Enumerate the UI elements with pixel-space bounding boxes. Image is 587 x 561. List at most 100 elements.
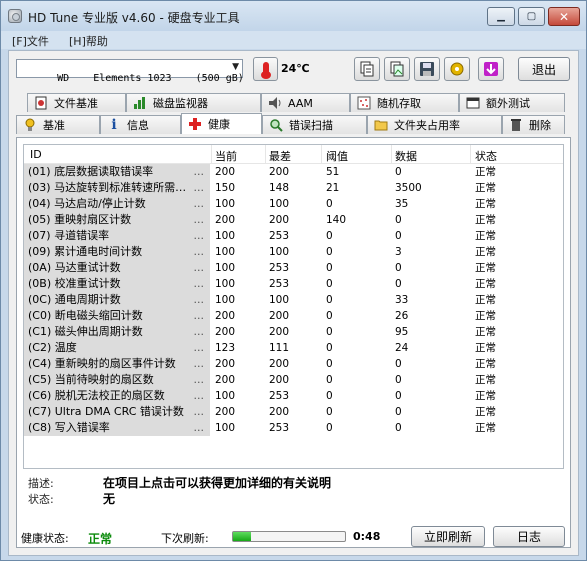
cell-data: 0 [395,406,402,418]
cell-current: 123 [215,342,236,354]
header-threshold[interactable]: 阈值 [326,148,348,164]
cell-id-text: (04) 马达启动/停止计数 [28,197,146,210]
cell-ellipsis: ... [193,277,205,290]
table-row[interactable]: (C0) 断电磁头缩回计数... 200 200 0 26 正常 [24,308,563,324]
table-row[interactable]: (0B) 校准重试计数... 100 253 0 0 正常 [24,276,563,292]
minimize-button[interactable]: ▁ [487,7,515,26]
cell-current: 100 [215,422,236,434]
close-button[interactable]: ✕ [548,7,580,26]
table-row[interactable]: (C8) 写入错误率... 100 253 0 0 正常 [24,420,563,436]
temperature-button[interactable] [253,57,278,81]
maximize-button[interactable]: ▢ [518,7,545,26]
cell-id-text: (05) 重映射扇区计数 [28,213,132,226]
cell-threshold: 0 [326,310,333,322]
header-id[interactable]: ID [30,148,42,161]
cell-ellipsis: ... [193,373,205,386]
cell-id: (07) 寻道错误率... [24,228,210,244]
cell-id: (C2) 温度... [24,340,210,356]
tab-file-benchmark[interactable]: 文件基准 [27,93,126,112]
cell-worst: 253 [269,262,290,274]
download-button[interactable] [478,57,504,81]
table-row[interactable]: (09) 累计通电时间计数... 100 100 0 3 正常 [24,244,563,260]
cell-id: (05) 重映射扇区计数... [24,212,210,228]
cell-id-text: (C5) 当前待映射的扇区数 [28,373,154,386]
cell-data: 0 [395,262,402,274]
table-row[interactable]: (01) 底层数据读取错误率... 200 200 51 0 正常 [24,164,563,180]
menu-file[interactable]: [F]文件 [12,33,49,49]
copy-screenshot-button[interactable] [384,57,410,81]
table-row[interactable]: (C6) 脱机无法校正的扇区数... 100 253 0 0 正常 [24,388,563,404]
cell-ellipsis: ... [193,421,205,434]
cell-current: 200 [215,310,236,322]
tab-aam[interactable]: AAM [261,93,350,112]
cell-threshold: 0 [326,358,333,370]
main-panel: WD Elements 1023 (500 gB) ▼ 24℃ 退出 文件基准 … [8,50,579,556]
cell-threshold: 0 [326,262,333,274]
health-status-label: 健康状态: [21,532,69,545]
tab-disk-monitor[interactable]: 磁盘监视器 [126,93,261,112]
tab-label: 文件基准 [54,97,98,110]
tab-health[interactable]: 健康 [181,113,262,134]
log-button[interactable]: 日志 [493,526,565,547]
save-button[interactable] [414,57,440,81]
cell-data: 95 [395,326,409,338]
cell-id: (C8) 写入错误率... [24,420,210,436]
app-window: HD Tune 专业版 v4.60 - 硬盘专业工具 ▁ ▢ ✕ [F]文件 [… [0,0,587,561]
tab-label: 文件夹占用率 [394,119,460,132]
tab-info[interactable]: i 信息 [100,115,181,134]
description-label: 描述: [28,477,54,490]
table-row[interactable]: (07) 寻道错误率... 100 253 0 0 正常 [24,228,563,244]
tab-label: 额外测试 [486,97,530,110]
tab-extra-tests[interactable]: 额外测试 [459,93,565,112]
cell-id: (C4) 重新映射的扇区事件计数... [24,356,210,372]
download-arrow-icon [484,62,498,76]
cell-status: 正常 [475,342,496,354]
menu-help[interactable]: [H]帮助 [69,33,108,49]
status-label: 状态: [28,493,54,506]
table-row[interactable]: (03) 马达旋转到标准转速所需…... 150 148 21 3500 正常 [24,180,563,196]
cell-threshold: 0 [326,278,333,290]
temperature-readout: 24℃ [281,62,310,75]
header-data[interactable]: 数据 [395,148,417,164]
cell-ellipsis: ... [193,325,205,338]
header-worst[interactable]: 最差 [269,148,291,164]
table-row[interactable]: (05) 重映射扇区计数... 200 200 140 0 正常 [24,212,563,228]
cell-ellipsis: ... [193,245,205,258]
tab-folder-usage[interactable]: 文件夹占用率 [367,115,502,134]
drive-select[interactable]: WD Elements 1023 (500 gB) ▼ [16,59,244,84]
table-row[interactable]: (C1) 磁头伸出周期计数... 200 200 0 95 正常 [24,324,563,340]
copy-text-button[interactable] [354,57,380,81]
cell-status: 正常 [475,166,496,178]
extra-tests-icon [466,96,480,110]
table-row[interactable]: (C5) 当前待映射的扇区数... 200 200 0 0 正常 [24,372,563,388]
health-content: ID 当前 最差 阈值 数据 状态 (01) 底层数据读取错误率... 200 20… [16,137,571,548]
table-row[interactable]: (C7) Ultra DMA CRC 错误计数... 200 200 0 0 正常 [24,404,563,420]
cell-worst: 148 [269,182,290,194]
header-current[interactable]: 当前 [215,148,237,164]
tab-benchmark[interactable]: 基准 [16,115,100,134]
header-status[interactable]: 状态 [475,148,497,164]
cell-ellipsis: ... [193,261,205,274]
tab-error-scan[interactable]: 错误扫描 [262,115,367,134]
title-bar: HD Tune 专业版 v4.60 - 硬盘专业工具 ▁ ▢ ✕ [1,1,586,31]
tab-erase[interactable]: 删除 [502,115,565,134]
cell-data: 0 [395,214,402,226]
cell-status: 正常 [475,182,496,194]
cell-worst: 100 [269,198,290,210]
tab-label: 随机存取 [377,97,421,110]
table-row[interactable]: (C2) 温度... 123 111 0 24 正常 [24,340,563,356]
table-row[interactable]: (0C) 通电周期计数... 100 100 0 33 正常 [24,292,563,308]
cell-id-text: (07) 寻道错误率 [28,229,110,242]
cell-id: (01) 底层数据读取错误率... [24,164,210,180]
exit-button[interactable]: 退出 [518,57,570,81]
refresh-now-button[interactable]: 立即刷新 [411,526,485,547]
cell-id-text: (C2) 温度 [28,341,77,354]
table-row[interactable]: (04) 马达启动/停止计数... 100 100 0 35 正常 [24,196,563,212]
tab-random-access[interactable]: 随机存取 [350,93,459,112]
table-row[interactable]: (0A) 马达重试计数... 100 253 0 0 正常 [24,260,563,276]
table-row[interactable]: (C4) 重新映射的扇区事件计数... 200 200 0 0 正常 [24,356,563,372]
options-button[interactable] [444,57,470,81]
cell-threshold: 0 [326,422,333,434]
status-text: 无 [103,492,116,506]
cell-worst: 200 [269,166,290,178]
